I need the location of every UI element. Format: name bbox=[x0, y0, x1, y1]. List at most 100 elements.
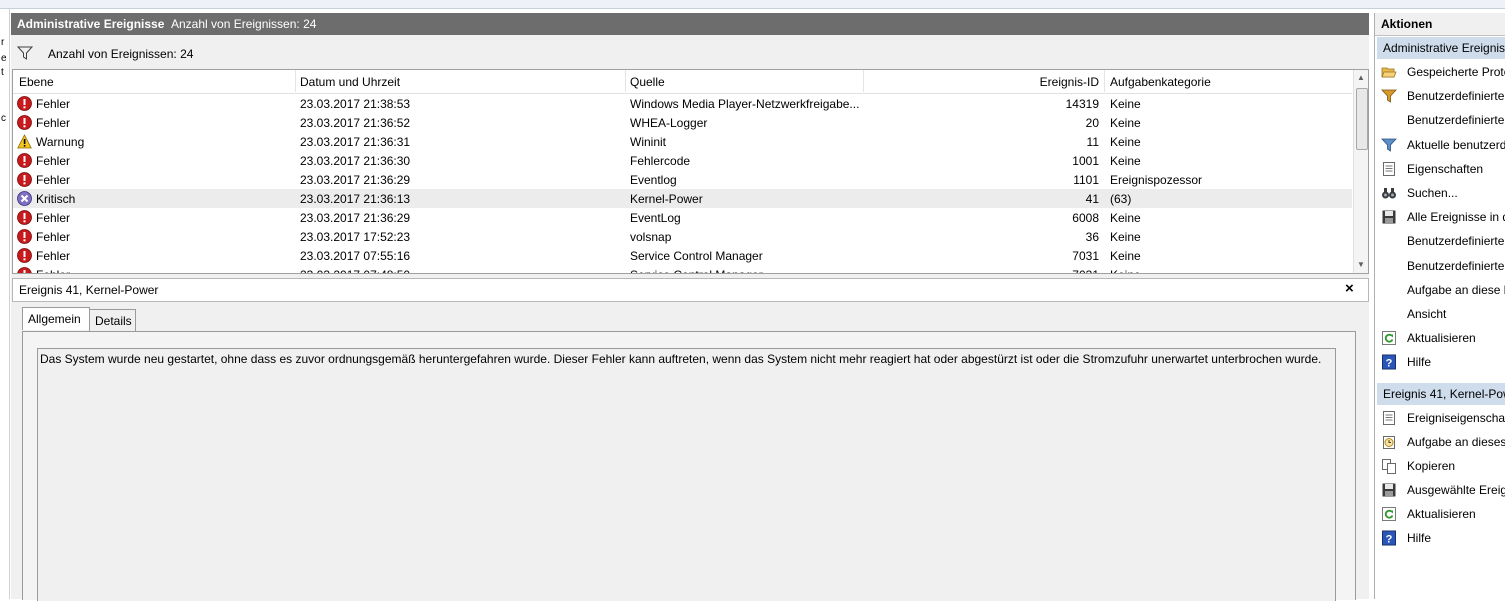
scroll-thumb[interactable] bbox=[1356, 88, 1368, 150]
cell-source: Windows Media Player-Netzwerkfreigabe... bbox=[630, 97, 860, 111]
table-row[interactable]: Warnung 23.03.2017 21:36:31 Wininit 11 Keine bbox=[13, 132, 1352, 151]
cell-event-id: 11 bbox=[1086, 135, 1099, 149]
action-item[interactable]: Benutzerdefinierte Ansicht löschen bbox=[1377, 255, 1505, 277]
table-row[interactable]: Fehler 23.03.2017 07:55:16 Service Control… bbox=[13, 246, 1352, 265]
action-item[interactable]: Kopieren bbox=[1377, 455, 1505, 477]
error-icon bbox=[17, 248, 32, 263]
cell-source: Kernel-Power bbox=[630, 192, 703, 206]
cell-task-category: Keine bbox=[1110, 249, 1141, 263]
action-item-label: Aufgabe an diese benutzerdefinierte Ansi… bbox=[1407, 282, 1505, 297]
action-item[interactable]: Alle Ereignisse in der benutzerdefiniert… bbox=[1377, 206, 1505, 228]
left-clip-char: c bbox=[1, 113, 6, 124]
panel-title-bar: Administrative Ereignisse Anzahl von Ere… bbox=[11, 13, 1369, 35]
vertical-scrollbar[interactable]: ▲ ▼ bbox=[1353, 70, 1368, 273]
cell-event-id: 6008 bbox=[1072, 211, 1099, 225]
svg-text:?: ? bbox=[1386, 534, 1393, 546]
cell-level: Fehler bbox=[36, 211, 71, 225]
cell-source: EventLog bbox=[630, 211, 681, 225]
cell-source: volsnap bbox=[630, 230, 672, 244]
cell-task-category: Keine bbox=[1110, 97, 1141, 111]
action-item[interactable]: Suchen... bbox=[1377, 182, 1505, 204]
filter-create-icon bbox=[1381, 88, 1397, 104]
cell-event-id: 7031 bbox=[1072, 249, 1099, 263]
column-header-event-id[interactable]: Ereignis-ID bbox=[1033, 75, 1099, 89]
tab-details[interactable]: Details bbox=[89, 309, 136, 331]
event-list-table[interactable]: Ebene Datum und Uhrzeit Quelle Ereignis-… bbox=[12, 69, 1369, 274]
action-item-label: Aktualisieren bbox=[1407, 331, 1476, 346]
filter-event-count: Anzahl von Ereignissen: 24 bbox=[48, 47, 194, 61]
action-item[interactable]: Benutzerdefinierte Ansicht erstellen... bbox=[1377, 85, 1505, 107]
action-item[interactable]: Eigenschaften bbox=[1377, 158, 1505, 180]
action-item[interactable]: Ausgewählte Ereignisse speichern... bbox=[1377, 479, 1505, 501]
filter-icon[interactable] bbox=[17, 45, 33, 61]
cell-datetime: 23.03.2017 21:38:53 bbox=[300, 97, 411, 111]
cell-datetime: 23.03.2017 21:36:52 bbox=[300, 116, 411, 130]
cell-event-id: 14319 bbox=[1065, 97, 1099, 111]
folder-open-icon bbox=[1381, 64, 1397, 80]
actions-section-event[interactable]: Ereignis 41, Kernel-Power bbox=[1377, 383, 1505, 405]
action-item-label: Suchen... bbox=[1407, 186, 1458, 200]
actions-section-custom-view[interactable]: Administrative Ereignisse bbox=[1377, 37, 1505, 59]
column-header-task-category[interactable]: Aufgabenkategorie bbox=[1110, 75, 1211, 89]
action-item-label: Ausgewählte Ereignisse speichern... bbox=[1407, 483, 1505, 497]
cell-source: Eventlog bbox=[630, 173, 677, 187]
cell-task-category: Keine bbox=[1110, 211, 1141, 225]
tab-panel-general: Das System wurde neu gestartet, ohne das… bbox=[22, 331, 1356, 601]
action-item[interactable]: Aktuelle benutzerdefinierte Ansicht filt… bbox=[1377, 134, 1505, 156]
cell-level: Fehler bbox=[36, 154, 71, 168]
action-item[interactable]: Aufgabe an diese benutzerdefinierte Ansi… bbox=[1377, 279, 1505, 301]
cell-event-id: 41 bbox=[1085, 192, 1099, 206]
left-clip-char: r bbox=[1, 37, 5, 48]
cell-datetime: 23.03.2017 07:48:50 bbox=[300, 268, 410, 273]
column-header-level[interactable]: Ebene bbox=[19, 75, 54, 89]
cell-task-category: Keine bbox=[1110, 116, 1141, 130]
table-row[interactable]: Fehler 23.03.2017 17:52:23 volsnap 36 Keine bbox=[13, 227, 1352, 246]
table-row[interactable]: Fehler 23.03.2017 21:38:53 Windows Media P… bbox=[13, 94, 1352, 113]
column-header-datetime[interactable]: Datum und Uhrzeit bbox=[300, 75, 400, 89]
table-row[interactable]: Fehler 23.03.2017 21:36:29 EventLog 6008 Kei… bbox=[13, 208, 1352, 227]
table-body: Fehler 23.03.2017 21:38:53 Windows Media P… bbox=[13, 94, 1352, 273]
cell-task-category: Ereignispozessor bbox=[1110, 173, 1203, 187]
action-item[interactable]: Aufgabe an dieses Ereignis anfügen... bbox=[1377, 431, 1505, 453]
binoculars-icon bbox=[1381, 185, 1397, 201]
cell-level: Fehler bbox=[36, 173, 71, 187]
action-item[interactable]: Aktualisieren bbox=[1377, 503, 1505, 525]
event-description-box[interactable]: Das System wurde neu gestartet, ohne das… bbox=[37, 348, 1336, 601]
table-row[interactable]: Fehler 23.03.2017 07:48:50 Service Control… bbox=[13, 265, 1352, 273]
cell-event-id: 7031 bbox=[1033, 268, 1099, 273]
action-item[interactable]: Ansicht bbox=[1377, 303, 1505, 325]
action-item[interactable]: ? Hilfe bbox=[1377, 351, 1505, 373]
tab-general[interactable]: Allgemein bbox=[22, 307, 90, 330]
table-row[interactable]: Fehler 23.03.2017 21:36:52 WHEA-Logger 20 Ke… bbox=[13, 113, 1352, 132]
action-item[interactable]: ? Hilfe bbox=[1377, 527, 1505, 549]
tab-general-label: Allgemein bbox=[28, 312, 81, 326]
refresh-icon bbox=[1381, 330, 1397, 346]
error-icon bbox=[17, 210, 32, 225]
table-row[interactable]: Fehler 23.03.2017 21:36:30 Fehlercode 1001 K… bbox=[13, 151, 1352, 170]
table-header: Ebene Datum und Uhrzeit Quelle Ereignis-… bbox=[13, 70, 1352, 94]
action-item[interactable]: Gespeicherte Protokolldatei öffnen... bbox=[1377, 61, 1505, 83]
cell-level: Fehler bbox=[36, 268, 70, 273]
warning-icon bbox=[17, 134, 32, 149]
cell-source: Service Control Manager bbox=[630, 268, 763, 273]
table-row[interactable]: Kritisch 23.03.2017 21:36:13 Kernel-Power 4… bbox=[13, 189, 1352, 208]
cell-level: Fehler bbox=[36, 97, 71, 111]
event-description: Das System wurde neu gestartet, ohne das… bbox=[40, 352, 1322, 366]
action-item[interactable]: Aktualisieren bbox=[1377, 327, 1505, 349]
action-item-label: Eigenschaften bbox=[1407, 161, 1484, 176]
error-icon bbox=[17, 267, 32, 273]
left-clip-char: t bbox=[1, 67, 4, 78]
scroll-up-arrow[interactable]: ▲ bbox=[1357, 73, 1365, 82]
action-item[interactable]: Ereigniseigenschaften bbox=[1377, 407, 1505, 429]
error-icon bbox=[17, 96, 32, 111]
cell-level: Fehler bbox=[36, 116, 71, 130]
close-icon[interactable]: × bbox=[1345, 280, 1354, 297]
cell-level: Fehler bbox=[36, 230, 71, 244]
action-item[interactable]: Benutzerdefinierte Ansicht importieren..… bbox=[1377, 109, 1505, 131]
column-header-source[interactable]: Quelle bbox=[630, 75, 665, 89]
action-item[interactable]: Benutzerdefinierte Ansicht exportieren..… bbox=[1377, 230, 1505, 252]
left-tree-pane: r e t c bbox=[0, 9, 10, 599]
cell-level: Warnung bbox=[36, 135, 85, 149]
table-row[interactable]: Fehler 23.03.2017 21:36:29 Eventlog 1101 Ere… bbox=[13, 170, 1352, 189]
scroll-down-arrow[interactable]: ▼ bbox=[1357, 260, 1365, 269]
